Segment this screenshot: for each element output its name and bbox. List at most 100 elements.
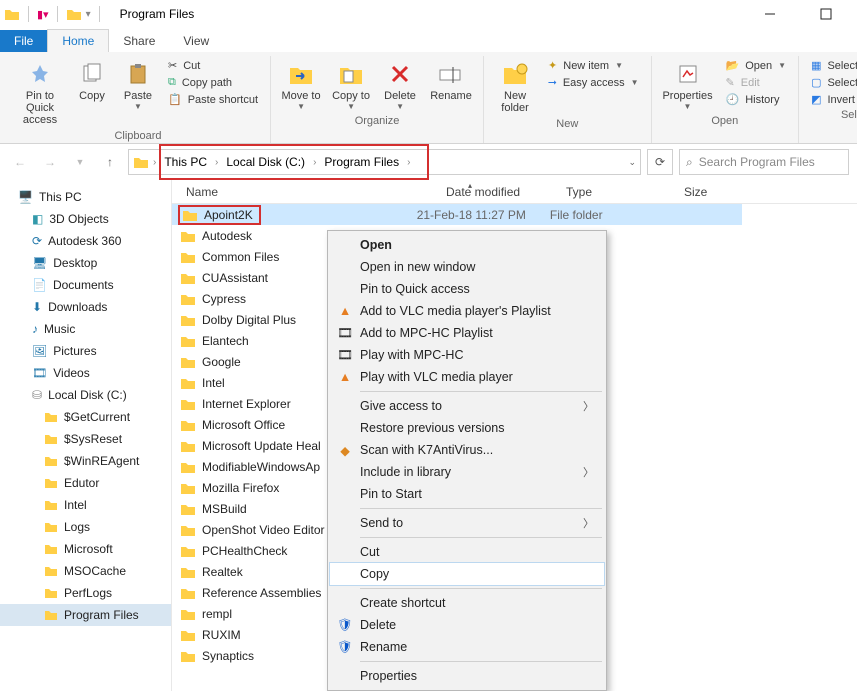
ctx-cut[interactable]: Cut — [330, 541, 604, 563]
tree-edutor[interactable]: Edutor — [0, 472, 171, 494]
edit-button[interactable]: ✎Edit — [722, 75, 791, 90]
tree-videos[interactable]: 🎞Videos — [0, 362, 171, 384]
ctx-create-shortcut[interactable]: Create shortcut — [330, 592, 604, 614]
paste-shortcut-button[interactable]: 📋Paste shortcut — [164, 92, 262, 107]
ribbon-group-new: New folder ✦New item ▼ ⭢Easy access ▼ Ne… — [484, 56, 651, 143]
column-type[interactable]: Type — [558, 185, 676, 199]
column-size[interactable]: Size — [676, 185, 756, 199]
ctx-give-access-to[interactable]: Give access to〉 — [330, 395, 604, 417]
history-button[interactable]: 🕘History — [722, 92, 791, 107]
tab-share[interactable]: Share — [109, 30, 169, 52]
tree-intel[interactable]: Intel — [0, 494, 171, 516]
ctx-restore-previous[interactable]: Restore previous versions — [330, 417, 604, 439]
column-date[interactable]: Date modified — [438, 185, 558, 199]
address-bar[interactable]: › This PC › Local Disk (C:) › Program Fi… — [128, 149, 641, 175]
column-name[interactable]: Name — [178, 185, 438, 199]
music-icon: ♪ — [32, 322, 38, 336]
tree-this-pc[interactable]: 🖥️This PC — [0, 186, 171, 208]
tree-program-files[interactable]: Program Files — [0, 604, 171, 626]
tree-local-disk[interactable]: ⛁Local Disk (C:) — [0, 384, 171, 406]
ctx-send-to[interactable]: Send to〉 — [330, 512, 604, 534]
tab-file[interactable]: File — [0, 30, 47, 52]
disk-icon: ⛁ — [32, 388, 42, 402]
tree-music[interactable]: ♪Music — [0, 318, 171, 340]
documents-icon: 📄 — [32, 278, 47, 292]
tree-sysreset[interactable]: $SysReset — [0, 428, 171, 450]
minimize-button[interactable] — [753, 3, 787, 25]
tree-autodesk360[interactable]: ⟳Autodesk 360 — [0, 230, 171, 252]
tab-home[interactable]: Home — [47, 29, 109, 52]
select-all-button[interactable]: ▦Select all — [807, 58, 857, 73]
ctx-properties[interactable]: Properties — [330, 665, 604, 687]
breadcrumb-local-disk[interactable]: Local Disk (C:) — [222, 155, 309, 169]
recent-locations-button[interactable]: ▼ — [68, 150, 92, 174]
history-icon: 🕘 — [726, 93, 740, 106]
mpc-icon: 🎞 — [336, 348, 354, 363]
tree-microsoft[interactable]: Microsoft — [0, 538, 171, 560]
forward-button[interactable]: → — [38, 150, 62, 174]
copy-path-icon: ⧉ — [168, 76, 176, 89]
delete-button[interactable]: Delete▼ — [379, 58, 421, 113]
cut-button[interactable]: ✂Cut — [164, 58, 262, 73]
ctx-pin-quick-access[interactable]: Pin to Quick access — [330, 278, 604, 300]
breadcrumb-this-pc[interactable]: This PC — [160, 155, 211, 169]
ctx-delete[interactable]: 🛡Delete — [330, 614, 604, 636]
ctx-add-mpc-playlist[interactable]: 🎞Add to MPC-HC Playlist — [330, 322, 604, 344]
tree-msocache[interactable]: MSOCache — [0, 560, 171, 582]
tree-desktop[interactable]: 🖥Desktop — [0, 252, 171, 274]
tab-view[interactable]: View — [169, 30, 223, 52]
new-folder-button[interactable]: New folder — [492, 58, 538, 116]
pin-to-quick-access-button[interactable]: Pin to Quick access — [14, 58, 66, 128]
copy-path-button[interactable]: ⧉Copy path — [164, 75, 262, 90]
ctx-add-vlc-playlist[interactable]: ▲Add to VLC media player's Playlist — [330, 300, 604, 322]
open-button[interactable]: 📂Open ▼ — [722, 58, 791, 73]
paste-button[interactable]: Paste ▼ — [118, 58, 158, 113]
tree-perflogs[interactable]: PerfLogs — [0, 582, 171, 604]
ctx-play-vlc[interactable]: ▲Play with VLC media player — [330, 366, 604, 388]
easy-access-button[interactable]: ⭢Easy access ▼ — [544, 75, 642, 90]
refresh-button[interactable]: ⟳ — [647, 149, 673, 175]
copy-button[interactable]: Copy — [72, 58, 112, 104]
pin-icon — [26, 60, 54, 88]
tree-downloads[interactable]: ⬇Downloads — [0, 296, 171, 318]
ctx-open[interactable]: Open — [330, 234, 604, 256]
search-icon: ⌕ — [686, 155, 693, 170]
shield-icon: 🛡 — [336, 618, 354, 633]
ctx-include-library[interactable]: Include in library〉 — [330, 461, 604, 483]
ctx-open-new-window[interactable]: Open in new window — [330, 256, 604, 278]
back-button[interactable]: ← — [8, 150, 32, 174]
tree-winreagent[interactable]: $WinREAgent — [0, 450, 171, 472]
address-dropdown-button[interactable]: ⌄ — [628, 157, 636, 168]
search-box[interactable]: ⌕ Search Program Files — [679, 149, 849, 175]
up-button[interactable]: ↑ — [98, 150, 122, 174]
move-to-button[interactable]: Move to▼ — [279, 58, 323, 113]
quick-access-toggle-icon[interactable]: ▮▾ — [37, 8, 49, 21]
this-pc-icon: 🖥️ — [18, 190, 33, 204]
easy-access-icon: ⭢ — [548, 76, 557, 89]
ctx-play-mpc[interactable]: 🎞Play with MPC-HC — [330, 344, 604, 366]
ctx-pin-start[interactable]: Pin to Start — [330, 483, 604, 505]
tree-3d-objects[interactable]: ◧3D Objects — [0, 208, 171, 230]
tree-getcurrent[interactable]: $GetCurrent — [0, 406, 171, 428]
new-folder-icon — [501, 60, 529, 88]
ctx-copy[interactable]: Copy — [330, 563, 604, 585]
title-bar: ▮▾ ▾ Program Files — [0, 0, 857, 28]
new-item-button[interactable]: ✦New item ▼ — [544, 58, 642, 73]
tree-documents[interactable]: 📄Documents — [0, 274, 171, 296]
maximize-button[interactable] — [809, 3, 843, 25]
tree-pictures[interactable]: 🖼Pictures — [0, 340, 171, 362]
ribbon-tabs: File Home Share View — [0, 28, 857, 52]
ctx-scan-k7[interactable]: ◆Scan with K7AntiVirus... — [330, 439, 604, 461]
invert-selection-button[interactable]: ◩Invert selection — [807, 92, 857, 107]
breadcrumb-program-files[interactable]: Program Files — [320, 155, 403, 169]
ctx-rename[interactable]: 🛡Rename — [330, 636, 604, 658]
downloads-icon: ⬇ — [32, 300, 42, 314]
copy-to-button[interactable]: Copy to▼ — [329, 58, 373, 113]
rename-button[interactable]: Rename — [427, 58, 475, 104]
nav-bar: ← → ▼ ↑ › This PC › Local Disk (C:) › Pr… — [0, 144, 857, 180]
select-none-button[interactable]: ▢Select none — [807, 75, 857, 90]
tree-logs[interactable]: Logs — [0, 516, 171, 538]
list-item[interactable]: Apoint2K21-Feb-18 11:27 PMFile folder — [172, 204, 742, 225]
properties-button[interactable]: Properties▼ — [660, 58, 716, 113]
delete-icon — [386, 60, 414, 88]
